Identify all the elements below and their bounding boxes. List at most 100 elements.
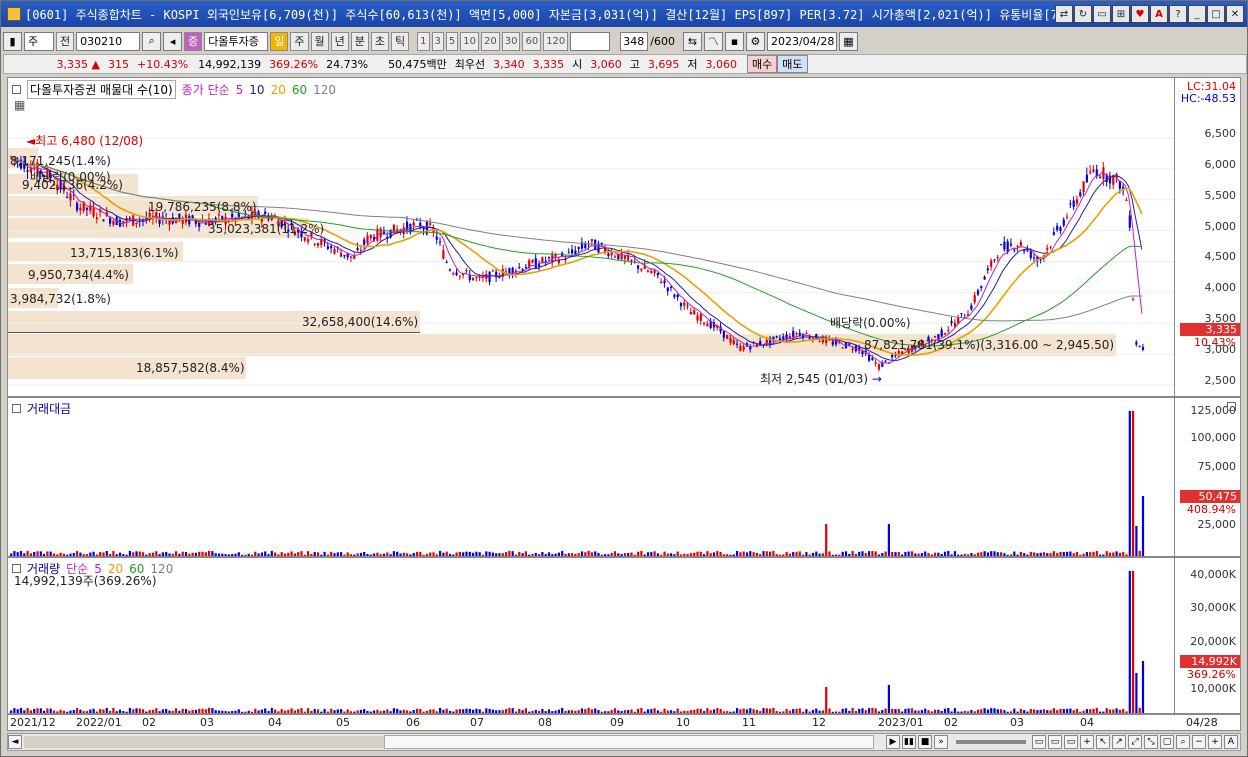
view-1-icon[interactable]: ▭ — [1032, 735, 1046, 749]
volume-bar — [518, 708, 521, 713]
help-icon[interactable]: ? — [1169, 5, 1187, 23]
tab-day[interactable]: 일 — [270, 31, 289, 51]
tab-week[interactable]: 주 — [290, 31, 309, 51]
interval-20[interactable]: 20 — [480, 31, 500, 51]
save-icon[interactable]: ▪ — [724, 31, 744, 51]
candle-body — [736, 343, 739, 345]
arrows-icon[interactable]: ⇆ — [682, 31, 702, 51]
volume-bar — [1026, 711, 1029, 713]
candle-body — [607, 253, 610, 257]
volume-chart-panel[interactable]: 거래량 단순 5 20 60 120 14,992,139주(369.26%) … — [7, 557, 1241, 714]
volume-bar — [448, 553, 452, 556]
volume-bar — [762, 551, 765, 556]
menu-icon[interactable]: ▮ — [3, 31, 22, 51]
refresh-icon[interactable]: ↻ — [1074, 5, 1092, 23]
draw-2-icon[interactable]: ↗ — [1112, 735, 1126, 749]
chart-scrollbar[interactable]: ◄ ▶ ▮▮ ■ » ▭ ▭ ▭ + ↖ ↗ ⤢ ⤡ ▢ ⌕ − + A — [7, 733, 1241, 751]
interval-1[interactable]: 1 — [417, 31, 430, 51]
interval-5[interactable]: 5 — [445, 31, 459, 51]
volume-bar — [145, 554, 148, 556]
speed-slider[interactable] — [956, 740, 1026, 744]
xlabel-10: 10 — [676, 716, 690, 729]
calendar-icon[interactable]: ▦ — [838, 31, 858, 51]
draw-4-icon[interactable]: ⤡ — [1144, 735, 1158, 749]
scroll-track[interactable] — [24, 736, 384, 748]
window-icon[interactable]: ▭ — [1093, 5, 1111, 23]
view-3-icon[interactable]: ▭ — [1064, 735, 1078, 749]
volume-bar — [112, 708, 115, 713]
pause-icon[interactable]: ▮▮ — [902, 735, 916, 749]
candle-body — [986, 268, 989, 271]
buy-button[interactable]: 매수 — [747, 55, 778, 73]
sell-button[interactable]: 매도 — [777, 55, 808, 73]
vp-label-10: 18,857,582(8.4%) — [136, 361, 245, 375]
minimize-button[interactable]: _ — [1188, 5, 1206, 23]
fast-forward-icon[interactable]: » — [934, 735, 948, 749]
amount-chart-panel[interactable]: 거래대금 125,000 100,000 75,000 50,475 408.9… — [7, 397, 1241, 557]
settings-icon[interactable]: ⚙ — [745, 31, 765, 51]
volume-bar — [465, 708, 468, 713]
stop-icon[interactable]: ■ — [918, 735, 932, 749]
crosshair-icon[interactable]: + — [1080, 735, 1094, 749]
custom-interval-input[interactable] — [570, 31, 611, 51]
candle-body — [217, 214, 221, 216]
volume-bar — [465, 551, 468, 556]
text-tool-icon[interactable]: A — [1224, 735, 1238, 749]
volume-bar — [270, 550, 273, 556]
volume-bar — [679, 554, 683, 556]
candle-body — [541, 257, 544, 263]
amount-panel-close[interactable] — [1227, 402, 1236, 411]
scroll-left-icon[interactable]: ◄ — [8, 735, 22, 749]
tab-month[interactable]: 월 — [310, 31, 329, 51]
date-input[interactable]: 2023/04/28 — [766, 31, 837, 51]
draw-5-icon[interactable]: ▢ — [1160, 735, 1174, 749]
close-button[interactable]: ✕ — [1226, 5, 1244, 23]
price-chart-panel[interactable]: 다올투자증권 매물대 수(10) 종가 단순 5 10 20 60 120 ▦ … — [7, 77, 1241, 397]
candle-body — [841, 347, 844, 349]
play-icon[interactable]: ▶ — [886, 735, 900, 749]
market-select[interactable]: 주 — [24, 31, 54, 51]
prev-button[interactable]: 전 — [56, 31, 75, 51]
volume-bar — [33, 552, 36, 556]
favorite-icon[interactable]: 증 — [184, 31, 203, 51]
ytick-6500: 6,500 — [1204, 127, 1237, 140]
search-icon[interactable]: ⌕ — [142, 31, 162, 51]
interval-120[interactable]: 120 — [543, 31, 569, 51]
candle-body — [871, 358, 874, 360]
count-input[interactable]: 348 — [620, 31, 649, 51]
volume-bar — [838, 711, 841, 713]
volume-bar — [541, 551, 544, 556]
volume-ytick-20000k: 20,000K — [1190, 635, 1236, 648]
interval-60[interactable]: 60 — [522, 31, 542, 51]
volume-bar — [211, 708, 214, 713]
volume-bar — [571, 710, 574, 713]
chart-type-icon[interactable]: 〽 — [703, 31, 723, 51]
zoom-in-icon[interactable]: + — [1208, 735, 1222, 749]
draw-3-icon[interactable]: ⤢ — [1128, 735, 1142, 749]
tab-year[interactable]: 년 — [330, 31, 349, 51]
volume-bar — [785, 709, 788, 713]
bookmark-icon[interactable]: ♥ — [1131, 5, 1149, 23]
zoom-out-icon[interactable]: − — [1192, 735, 1206, 749]
code-input[interactable]: 030210 — [76, 31, 141, 51]
zoom-icon[interactable]: ⌕ — [1176, 735, 1190, 749]
view-2-icon[interactable]: ▭ — [1048, 735, 1062, 749]
volume-bar — [996, 552, 999, 556]
draw-1-icon[interactable]: ↖ — [1096, 735, 1110, 749]
tab-minute[interactable]: 분 — [350, 31, 369, 51]
font-icon[interactable]: A — [1150, 5, 1168, 23]
interval-3[interactable]: 3 — [431, 31, 444, 51]
candle-body — [706, 323, 709, 327]
candle-body — [848, 343, 851, 345]
speaker-icon[interactable]: ◂ — [163, 31, 183, 51]
tab-tick[interactable]: 틱 — [391, 31, 410, 51]
tab-second[interactable]: 초 — [370, 31, 389, 51]
volume-bar — [359, 709, 362, 713]
ytick-6000: 6,000 — [1204, 158, 1237, 171]
grid-icon[interactable]: ⊞ — [1112, 5, 1130, 23]
maximize-button[interactable]: □ — [1207, 5, 1225, 23]
interval-30[interactable]: 30 — [501, 31, 521, 51]
interval-10[interactable]: 10 — [460, 31, 479, 51]
link-icon[interactable]: ⇄ — [1055, 5, 1073, 23]
scroll-thumb[interactable] — [384, 735, 874, 749]
